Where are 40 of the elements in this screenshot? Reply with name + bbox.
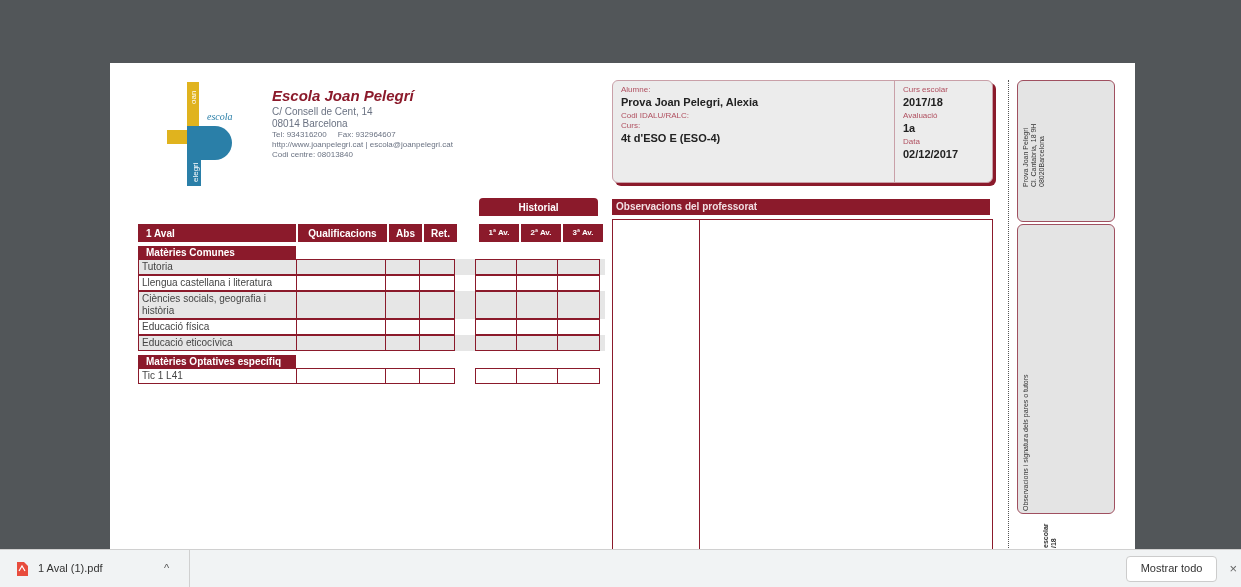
historial-header: Historial <box>479 198 598 216</box>
field-label: Curs: <box>621 121 642 131</box>
subject-name: Educació eticocívica <box>139 336 297 350</box>
school-name: Escola Joan Pelegrí <box>272 86 416 106</box>
column-header: Qualificacions <box>298 224 387 242</box>
column-header: Abs <box>389 224 422 242</box>
school-info: Tel: 934316200 Fax: 932964607 <box>272 130 397 140</box>
school-logo: oan elegri escola <box>163 82 235 188</box>
column-header: 1ª Av. <box>479 224 519 242</box>
pdf-file-icon <box>16 561 28 576</box>
column-header: Ret. <box>424 224 457 242</box>
field-label: Codi IDALU/RALC: <box>621 111 691 121</box>
column-header: 1 Aval <box>138 224 296 242</box>
column-header: 2ª Av. <box>521 224 561 242</box>
field-label: Alumne: <box>621 85 652 95</box>
field-label: Curs escolar <box>903 85 949 95</box>
field-value: 1a <box>903 121 917 135</box>
field-value: 4t d'ESO E (ESO-4) <box>621 131 722 145</box>
observations-header: Observacions del professorat <box>612 199 990 215</box>
field-value: 02/12/2017 <box>903 147 960 161</box>
school-info: C/ Consell de Cent, 14 <box>272 106 374 118</box>
show-all-button[interactable]: Mostrar todo <box>1125 555 1218 582</box>
subject-name: Tutoria <box>139 260 297 274</box>
field-value: 2017/18 <box>903 95 944 109</box>
download-filename[interactable]: 1 Aval (1).pdf <box>38 560 150 577</box>
field-value: Prova Joan Pelegri, Alexia <box>621 95 760 109</box>
column-header: 3ª Av. <box>563 224 603 242</box>
section-header: Matèries Comunes <box>138 246 296 259</box>
close-button[interactable]: × <box>1229 558 1237 579</box>
subject-name: Llengua castellana i literatura <box>139 276 297 290</box>
school-info: 08014 Barcelona <box>272 118 349 130</box>
subject-name: Educació física <box>139 320 297 334</box>
school-info: http://www.joanpelegri.cat | escola@joanpelegri.cat <box>272 140 453 150</box>
subject-name: Ciències socials, geografia i història <box>139 292 297 318</box>
field-label: Avaluació <box>903 111 939 121</box>
caret-icon[interactable]: ^ <box>160 560 174 577</box>
subject-name: Tic 1 L41 <box>139 369 297 383</box>
section-header: Matèries Optatives específiq <box>138 355 296 368</box>
school-info: Codi centre: 08013840 <box>272 150 354 160</box>
field-label: Data <box>903 137 921 147</box>
